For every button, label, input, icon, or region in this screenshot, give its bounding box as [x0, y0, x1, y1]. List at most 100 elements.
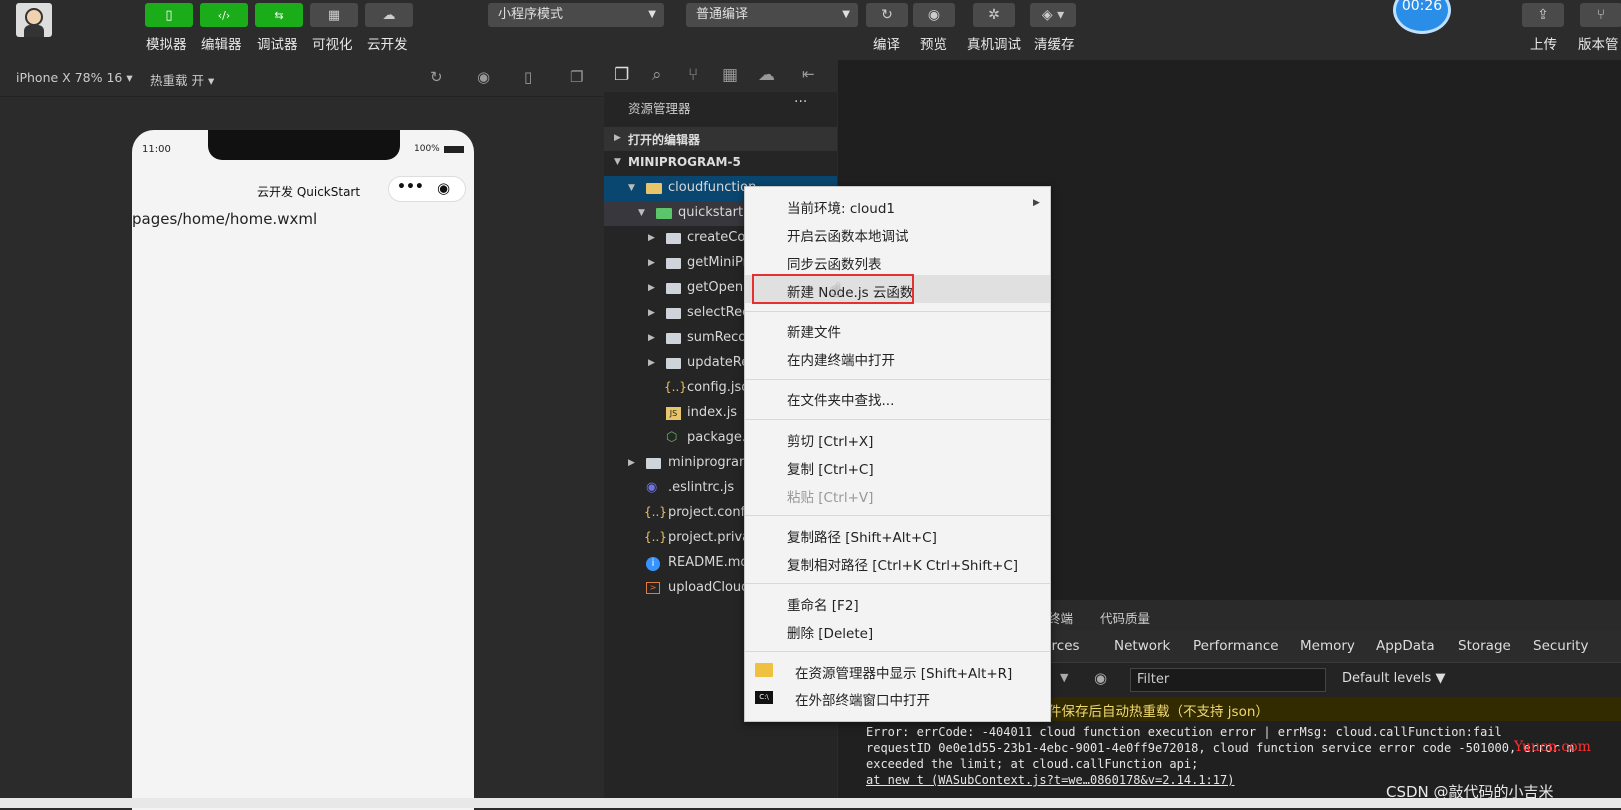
open-editors-label: 打开的编辑器 — [628, 133, 701, 147]
tab-security[interactable]: Security — [1533, 638, 1588, 654]
more-dots-icon[interactable]: ••• — [397, 179, 424, 195]
menu-separator — [745, 515, 1050, 516]
hot-reload-select[interactable]: 热重载 开 ▾ — [150, 70, 214, 89]
battery-icon — [444, 146, 464, 153]
menu-separator — [745, 583, 1050, 584]
clear-cache-button[interactable]: ◈ ▾ — [1030, 3, 1076, 27]
tab-terminal[interactable]: 终端 — [1048, 608, 1073, 627]
close-circle-icon[interactable]: ◉ — [437, 179, 450, 197]
filter-placeholder: Filter — [1137, 672, 1170, 687]
chevron-right-icon: ▶ — [648, 333, 655, 343]
phone-notch — [208, 130, 400, 160]
recording-timer: 00:26 — [1393, 0, 1451, 34]
explorer-folder-icon — [755, 663, 773, 677]
folder-icon — [666, 333, 681, 344]
folder-icon — [646, 458, 661, 469]
folder-icon — [666, 308, 681, 319]
tab-network[interactable]: Network — [1114, 638, 1170, 654]
files-icon[interactable]: ❐ — [614, 65, 629, 85]
menu-separator — [745, 379, 1050, 380]
mode-select[interactable]: 小程序模式 ▼ — [488, 3, 664, 27]
console-stack-link[interactable]: at new t (WASubContext.js?t=we…0860178&v… — [866, 773, 1234, 787]
levels-select-value: Default levels — [1342, 671, 1432, 686]
tree-item-label: uploadCloud — [668, 580, 750, 595]
levels-select[interactable]: Default levels ▼ — [1342, 671, 1445, 686]
bug-icon: ✲ — [988, 7, 1000, 23]
preview-label: 预览 — [920, 37, 947, 53]
tab-performance[interactable]: Performance — [1193, 638, 1279, 654]
menu-item-rename[interactable]: 重命名 [F2] — [787, 594, 859, 614]
chevron-down-icon[interactable]: ▼ — [1060, 671, 1068, 684]
simulator-toolbar: iPhone X 78% 16 ▾ 热重载 开 ▾ ↻ ◉ ▯ ❐ — [0, 60, 603, 97]
folder-icon — [666, 283, 681, 294]
simulator-label: 模拟器 — [146, 37, 187, 53]
code-icon: ‹/› — [217, 8, 231, 22]
device-select-value: iPhone X 78% 16 — [16, 70, 123, 85]
chevron-right-icon: ▶ — [648, 358, 655, 368]
editor-toggle-button[interactable]: ‹/› — [200, 3, 248, 27]
menu-separator — [745, 311, 1050, 312]
menu-item-open-terminal[interactable]: 在内建终端中打开 — [787, 349, 895, 369]
collapse-icon[interactable]: ⇤ — [802, 65, 815, 83]
explorer-title: 资源管理器 — [628, 101, 691, 116]
project-section[interactable]: ▼ MINIPROGRAM-5 — [604, 151, 837, 175]
explorer-more-button[interactable]: ··· — [794, 94, 807, 110]
cloud-icon[interactable]: ☁ — [758, 65, 775, 85]
upload-button[interactable]: ⇪ — [1522, 3, 1564, 27]
extensions-icon[interactable]: ▦ — [722, 65, 738, 85]
cloud-folder-icon — [656, 208, 672, 219]
compile-button[interactable]: ↻ — [866, 3, 908, 27]
menu-item-open-external-terminal[interactable]: 在外部终端窗口中打开 — [795, 689, 930, 709]
menu-item-copy-relative-path[interactable]: 复制相对路径 [Ctrl+K Ctrl+Shift+C] — [787, 554, 1018, 574]
folder-icon — [666, 258, 681, 269]
cloud-dev-label: 云开发 — [367, 37, 408, 53]
menu-item-new-file[interactable]: 新建文件 — [787, 321, 841, 341]
menu-item-reveal-in-explorer[interactable]: 在资源管理器中显示 [Shift+Alt+R] — [795, 662, 1012, 682]
mouse-cursor-icon: ☝ — [830, 280, 841, 301]
version-button[interactable]: ⑂ — [1580, 3, 1621, 27]
avatar[interactable] — [16, 3, 52, 37]
menu-item-copy[interactable]: 复制 [Ctrl+C] — [787, 458, 874, 478]
explorer-iconbar: ❐ ⌕ ⑂ ▦ ☁ ⇤ — [604, 60, 837, 92]
device-select[interactable]: iPhone X 78% 16 ▾ — [16, 70, 133, 85]
tab-appdata[interactable]: AppData — [1376, 638, 1435, 654]
window-icon[interactable]: ❐ — [570, 68, 583, 86]
phone-icon[interactable]: ▯ — [524, 68, 532, 86]
menu-item-delete[interactable]: 删除 [Delete] — [787, 622, 873, 642]
visual-toggle-button[interactable]: ▦ — [310, 3, 358, 27]
menu-item-copy-path[interactable]: 复制路径 [Shift+Alt+C] — [787, 526, 937, 546]
capsule-menu[interactable]: ••• ◉ — [388, 176, 466, 202]
refresh-icon: ↻ — [881, 7, 893, 23]
filter-input[interactable]: Filter — [1130, 668, 1326, 692]
cloud-dev-button[interactable]: ☁ — [365, 3, 413, 27]
debugger-toggle-button[interactable]: ⇆ — [255, 3, 303, 27]
chevron-down-icon: ▼ — [842, 9, 850, 20]
git-icon[interactable]: ⑂ — [688, 65, 698, 85]
chevron-right-icon: ▶ — [1033, 198, 1040, 208]
record-icon[interactable]: ◉ — [477, 68, 490, 86]
menu-item-local-debug[interactable]: 开启云函数本地调试 — [787, 225, 909, 245]
tab-storage[interactable]: Storage — [1458, 638, 1511, 654]
menu-item-paste[interactable]: 粘贴 [Ctrl+V] — [787, 486, 873, 506]
chevron-right-icon: ▶ — [628, 458, 635, 468]
tab-memory[interactable]: Memory — [1300, 638, 1355, 654]
preview-button[interactable]: ◉ — [913, 3, 955, 27]
eye-icon[interactable]: ◉ — [1094, 669, 1107, 687]
menu-item-cut[interactable]: 剪切 [Ctrl+X] — [787, 430, 873, 450]
tree-item-label: sumRecor — [687, 330, 752, 345]
menu-item-current-env[interactable]: 当前环境: cloud1 — [787, 197, 895, 217]
simulator-toggle-button[interactable]: ▯ — [145, 3, 193, 27]
rotate-icon[interactable]: ↻ — [430, 68, 443, 86]
open-editors-section[interactable]: ▶ 打开的编辑器 — [604, 127, 837, 151]
info-icon: i — [646, 557, 660, 571]
menu-item-find-in-folder[interactable]: 在文件夹中查找... — [787, 389, 894, 409]
eslint-icon: ◉ — [646, 480, 658, 495]
compile-select[interactable]: 普通编译 ▼ — [686, 3, 858, 27]
tab-code-quality[interactable]: 代码质量 — [1100, 608, 1150, 627]
js-icon: JS — [666, 407, 681, 420]
search-icon[interactable]: ⌕ — [652, 65, 662, 85]
remote-debug-button[interactable]: ✲ — [973, 3, 1015, 27]
tree-item-label: updateRe — [687, 355, 750, 370]
menu-item-sync-functions[interactable]: 同步云函数列表 — [787, 253, 882, 273]
node-icon: ⬡ — [666, 430, 678, 445]
